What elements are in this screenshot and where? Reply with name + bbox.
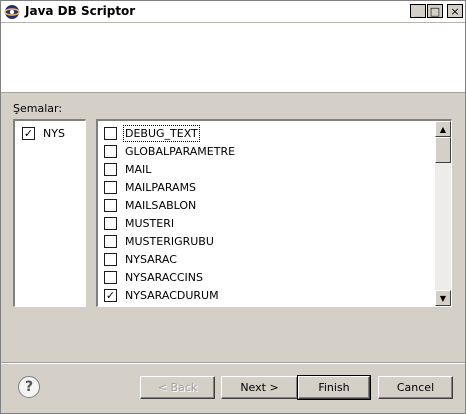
vertical-scrollbar[interactable]: ▲ ▼	[435, 121, 451, 306]
table-row[interactable]: MUSTERIGRUBU	[104, 232, 235, 250]
table-row[interactable]: ✓ NYSARACDURUM	[104, 286, 235, 304]
schema-item[interactable]: ✓ NYS	[22, 126, 65, 141]
table-name: MUSTERI	[125, 216, 175, 230]
table-name: NYSARAC	[125, 252, 177, 266]
table-checkbox[interactable]	[104, 162, 117, 176]
table-row[interactable]: MUSTERI	[104, 214, 235, 232]
table-name: NYSARACCINS	[125, 270, 204, 284]
table-row[interactable]: NYSARAC	[104, 250, 235, 268]
finish-button[interactable]: Finish	[297, 375, 371, 400]
table-checkbox[interactable]	[104, 234, 117, 248]
dialog-window: Java DB Scriptor _ □ × Şemalar: ✓ NYS DE…	[0, 0, 466, 414]
maximize-button[interactable]: □	[427, 4, 443, 18]
table-row[interactable]: MAILSABLON	[104, 196, 235, 214]
window-title: Java DB Scriptor	[25, 4, 136, 18]
table-name: GLOBALPARAMETRE	[125, 144, 236, 158]
table-checkbox[interactable]	[104, 216, 117, 230]
schema-checkbox[interactable]: ✓	[22, 127, 35, 140]
table-row[interactable]: MAILPARAMS	[104, 178, 235, 196]
wizard-banner	[1, 23, 465, 93]
java-app-icon	[4, 4, 20, 20]
next-button[interactable]: Next >	[221, 376, 298, 399]
schema-name: NYS	[43, 127, 65, 140]
schema-list[interactable]: ✓ NYS	[13, 119, 86, 307]
table-name: MAILPARAMS	[125, 180, 197, 194]
scroll-thumb[interactable]	[435, 137, 451, 163]
title-bar[interactable]: Java DB Scriptor _ □ ×	[1, 1, 465, 23]
table-row[interactable]: MAIL	[104, 160, 235, 178]
button-bar-separator	[1, 362, 465, 364]
table-checkbox[interactable]: ✓	[104, 288, 117, 302]
scroll-up-arrow-icon[interactable]: ▲	[435, 121, 451, 137]
table-checkbox[interactable]	[104, 252, 117, 266]
table-row[interactable]: NYSARACCINS	[104, 268, 235, 286]
schemas-label: Şemalar:	[13, 102, 63, 115]
table-checkbox[interactable]	[104, 144, 117, 158]
cancel-button[interactable]: Cancel	[378, 376, 453, 399]
table-row[interactable]: GLOBALPARAMETRE	[104, 142, 235, 160]
help-icon[interactable]: ?	[18, 376, 40, 398]
table-name: MUSTERIGRUBU	[125, 234, 214, 248]
table-name: MAIL	[125, 162, 152, 176]
close-button[interactable]: ×	[447, 4, 463, 18]
table-checkbox[interactable]	[104, 126, 117, 140]
table-name: NYSARACDURUM	[125, 288, 219, 302]
table-name: DEBUG_TEXT	[123, 124, 200, 142]
table-items: DEBUG_TEXT GLOBALPARAMETRE MAIL MAILPARAMS M…	[104, 124, 235, 304]
minimize-button[interactable]: _	[410, 4, 426, 18]
table-row[interactable]: DEBUG_TEXT	[104, 124, 235, 142]
table-checkbox[interactable]	[104, 180, 117, 194]
table-checkbox[interactable]	[104, 270, 117, 284]
table-checkbox[interactable]	[104, 198, 117, 212]
table-list[interactable]: DEBUG_TEXT GLOBALPARAMETRE MAIL MAILPARAMS M…	[96, 119, 452, 307]
table-name: MAILSABLON	[125, 198, 197, 212]
back-button[interactable]: < Back	[140, 376, 215, 399]
scroll-down-arrow-icon[interactable]: ▼	[435, 290, 451, 306]
